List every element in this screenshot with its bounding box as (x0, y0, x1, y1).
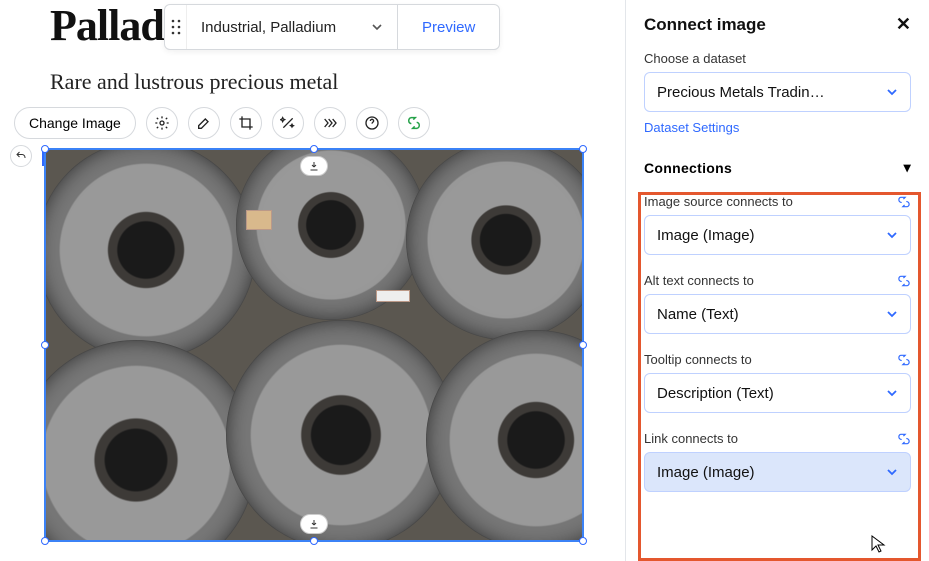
crop-icon[interactable] (230, 107, 262, 139)
resize-handle[interactable] (579, 341, 587, 349)
resize-handle[interactable] (579, 537, 587, 545)
floating-element-bar[interactable]: Industrial, Palladium Preview (164, 4, 500, 50)
resize-handle[interactable] (41, 537, 49, 545)
connect-image-panel: Connect image ✕ Choose a dataset Preciou… (625, 0, 929, 561)
preview-label: Preview (422, 19, 475, 36)
close-icon[interactable]: ✕ (896, 14, 911, 35)
connections-header-label: Connections (644, 160, 732, 176)
resize-handle[interactable] (310, 537, 318, 545)
breadcrumb[interactable]: Industrial, Palladium (187, 5, 397, 49)
tutorial-highlight (638, 192, 921, 561)
dataset-select-value: Precious Metals Tradin… (657, 84, 825, 101)
cursor-icon (871, 535, 887, 553)
undo-button[interactable] (10, 145, 32, 167)
resize-handle[interactable] (41, 145, 49, 153)
help-icon[interactable] (356, 107, 388, 139)
change-image-button[interactable]: Change Image (14, 107, 136, 139)
dataset-select[interactable]: Precious Metals Tradin… (644, 72, 911, 112)
selected-image-element[interactable] (44, 148, 584, 542)
brush-icon[interactable] (188, 107, 220, 139)
dataset-section-label: Choose a dataset (644, 51, 911, 66)
connections-header[interactable]: Connections ▾ (644, 159, 911, 176)
editor-canvas: Palladium Industrial, Palladium Preview … (0, 0, 625, 561)
connect-data-icon[interactable] (398, 107, 430, 139)
dataset-settings-link[interactable]: Dataset Settings (644, 120, 739, 135)
resize-handle[interactable] (579, 145, 587, 153)
image-surface (46, 150, 582, 540)
magic-wand-icon[interactable] (272, 107, 304, 139)
drag-grip-icon[interactable] (165, 5, 187, 49)
image-toolbar: Change Image (6, 107, 625, 139)
subtitle-text: Rare and lustrous precious metal (6, 69, 625, 95)
breadcrumb-text: Industrial, Palladium (201, 19, 336, 36)
animation-icon[interactable] (314, 107, 346, 139)
resize-handle[interactable] (41, 341, 49, 349)
gear-icon[interactable] (146, 107, 178, 139)
download-icon[interactable] (300, 156, 328, 176)
preview-button[interactable]: Preview (397, 5, 499, 49)
panel-title: Connect image (644, 15, 766, 35)
caret-down-icon: ▾ (904, 159, 911, 176)
resize-handle[interactable] (310, 145, 318, 153)
download-icon[interactable] (300, 514, 328, 534)
chevron-down-icon (371, 21, 383, 33)
chevron-down-icon (886, 86, 898, 98)
